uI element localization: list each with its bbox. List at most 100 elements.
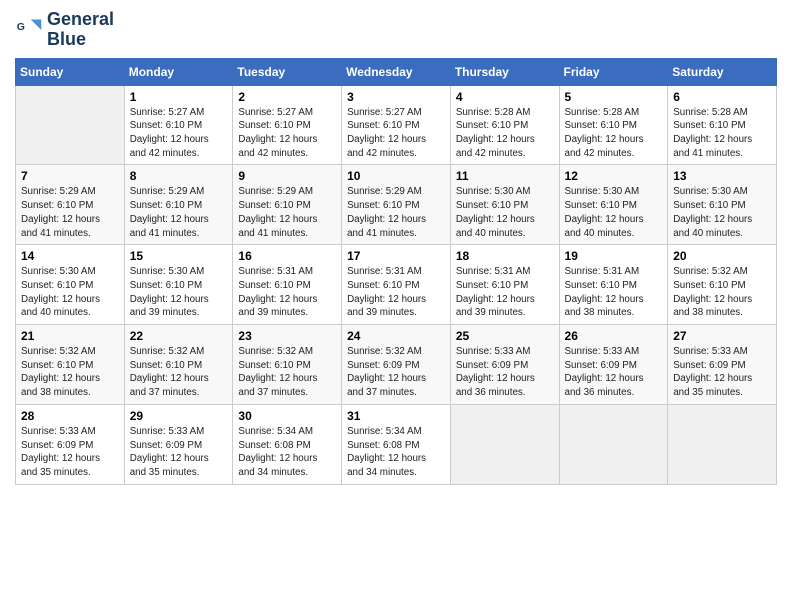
calendar-cell: 16 Sunrise: 5:31 AM Sunset: 6:10 PM Dayli… [233,245,342,325]
calendar-cell: 28 Sunrise: 5:33 AM Sunset: 6:09 PM Dayli… [16,404,125,484]
day-number: 30 [238,409,336,423]
day-info: Sunrise: 5:33 AM Sunset: 6:09 PM Dayligh… [456,345,554,400]
day-info: Sunrise: 5:31 AM Sunset: 6:10 PM Dayligh… [347,265,445,320]
calendar-cell: 29 Sunrise: 5:33 AM Sunset: 6:09 PM Dayli… [124,404,233,484]
day-number: 20 [673,249,771,263]
day-number: 3 [347,90,445,104]
day-number: 26 [565,329,663,343]
calendar-week: 1 Sunrise: 5:27 AM Sunset: 6:10 PM Daylig… [16,85,777,165]
day-number: 14 [21,249,119,263]
day-info: Sunrise: 5:32 AM Sunset: 6:10 PM Dayligh… [238,345,336,400]
calendar-week: 7 Sunrise: 5:29 AM Sunset: 6:10 PM Daylig… [16,165,777,245]
calendar-cell: 24Sunrise: 5:32 AM Sunset: 6:09 PM Dayli… [342,325,451,405]
calendar-cell: 21 Sunrise: 5:32 AM Sunset: 6:10 PM Dayli… [16,325,125,405]
calendar-cell: 6 Sunrise: 5:28 AM Sunset: 6:10 PM Daylig… [668,85,777,165]
day-info: Sunrise: 5:32 AM Sunset: 6:10 PM Dayligh… [21,345,119,400]
svg-text:G: G [17,21,25,33]
day-info: Sunrise: 5:28 AM Sunset: 6:10 PM Dayligh… [565,106,663,161]
day-number: 11 [456,169,554,183]
calendar-cell [450,404,559,484]
calendar-cell: 2 Sunrise: 5:27 AM Sunset: 6:10 PM Daylig… [233,85,342,165]
calendar-cell: 3Sunrise: 5:27 AM Sunset: 6:10 PM Daylig… [342,85,451,165]
day-info: Sunrise: 5:31 AM Sunset: 6:10 PM Dayligh… [565,265,663,320]
day-info: Sunrise: 5:28 AM Sunset: 6:10 PM Dayligh… [456,106,554,161]
calendar-cell [16,85,125,165]
day-number: 4 [456,90,554,104]
calendar-cell: 12 Sunrise: 5:30 AM Sunset: 6:10 PM Dayli… [559,165,668,245]
calendar-cell: 5Sunrise: 5:28 AM Sunset: 6:10 PM Daylig… [559,85,668,165]
calendar-week: 21 Sunrise: 5:32 AM Sunset: 6:10 PM Dayli… [16,325,777,405]
day-info: Sunrise: 5:32 AM Sunset: 6:10 PM Dayligh… [130,345,228,400]
calendar-cell: 11 Sunrise: 5:30 AM Sunset: 6:10 PM Dayli… [450,165,559,245]
day-info: Sunrise: 5:30 AM Sunset: 6:10 PM Dayligh… [673,185,771,240]
weekday-header: Friday [559,58,668,85]
calendar-cell: 4 Sunrise: 5:28 AM Sunset: 6:10 PM Daylig… [450,85,559,165]
day-number: 25 [456,329,554,343]
calendar-cell: 14 Sunrise: 5:30 AM Sunset: 6:10 PM Dayli… [16,245,125,325]
day-info: Sunrise: 5:33 AM Sunset: 6:09 PM Dayligh… [673,345,771,400]
day-info: Sunrise: 5:33 AM Sunset: 6:09 PM Dayligh… [565,345,663,400]
calendar-cell: 23 Sunrise: 5:32 AM Sunset: 6:10 PM Dayli… [233,325,342,405]
weekday-header: Thursday [450,58,559,85]
day-number: 16 [238,249,336,263]
day-info: Sunrise: 5:34 AM Sunset: 6:08 PM Dayligh… [347,425,445,480]
day-number: 10 [347,169,445,183]
calendar-cell: 1 Sunrise: 5:27 AM Sunset: 6:10 PM Daylig… [124,85,233,165]
calendar-cell: 15 Sunrise: 5:30 AM Sunset: 6:10 PM Dayli… [124,245,233,325]
day-info: Sunrise: 5:30 AM Sunset: 6:10 PM Dayligh… [456,185,554,240]
calendar-cell: 31 Sunrise: 5:34 AM Sunset: 6:08 PM Dayli… [342,404,451,484]
weekday-header: Tuesday [233,58,342,85]
weekday-header: Wednesday [342,58,451,85]
calendar-cell [559,404,668,484]
day-number: 1 [130,90,228,104]
calendar-table: SundayMondayTuesdayWednesdayThursdayFrid… [15,58,777,485]
calendar-cell: 30Sunrise: 5:34 AM Sunset: 6:08 PM Dayli… [233,404,342,484]
day-info: Sunrise: 5:30 AM Sunset: 6:10 PM Dayligh… [21,265,119,320]
day-number: 13 [673,169,771,183]
day-number: 27 [673,329,771,343]
day-number: 7 [21,169,119,183]
day-number: 19 [565,249,663,263]
day-info: Sunrise: 5:33 AM Sunset: 6:09 PM Dayligh… [21,425,119,480]
calendar-cell: 19 Sunrise: 5:31 AM Sunset: 6:10 PM Dayli… [559,245,668,325]
day-number: 12 [565,169,663,183]
weekday-header: Saturday [668,58,777,85]
day-info: Sunrise: 5:30 AM Sunset: 6:10 PM Dayligh… [130,265,228,320]
calendar-week: 28 Sunrise: 5:33 AM Sunset: 6:09 PM Dayli… [16,404,777,484]
day-info: Sunrise: 5:32 AM Sunset: 6:10 PM Dayligh… [673,265,771,320]
day-number: 31 [347,409,445,423]
day-number: 24 [347,329,445,343]
day-number: 21 [21,329,119,343]
day-info: Sunrise: 5:28 AM Sunset: 6:10 PM Dayligh… [673,106,771,161]
day-info: Sunrise: 5:29 AM Sunset: 6:10 PM Dayligh… [238,185,336,240]
logo-icon: G [15,16,43,44]
day-number: 15 [130,249,228,263]
day-info: Sunrise: 5:27 AM Sunset: 6:10 PM Dayligh… [238,106,336,161]
calendar-cell: 20 Sunrise: 5:32 AM Sunset: 6:10 PM Dayli… [668,245,777,325]
day-number: 17 [347,249,445,263]
calendar-cell: 22Sunrise: 5:32 AM Sunset: 6:10 PM Dayli… [124,325,233,405]
day-info: Sunrise: 5:33 AM Sunset: 6:09 PM Dayligh… [130,425,228,480]
day-info: Sunrise: 5:29 AM Sunset: 6:10 PM Dayligh… [130,185,228,240]
calendar-cell [668,404,777,484]
day-info: Sunrise: 5:29 AM Sunset: 6:10 PM Dayligh… [21,185,119,240]
day-number: 23 [238,329,336,343]
day-number: 9 [238,169,336,183]
day-info: Sunrise: 5:27 AM Sunset: 6:10 PM Dayligh… [130,106,228,161]
day-number: 2 [238,90,336,104]
calendar-cell: 10 Sunrise: 5:29 AM Sunset: 6:10 PM Dayli… [342,165,451,245]
calendar-week: 14 Sunrise: 5:30 AM Sunset: 6:10 PM Dayli… [16,245,777,325]
day-number: 28 [21,409,119,423]
day-number: 29 [130,409,228,423]
weekday-header: Monday [124,58,233,85]
calendar-cell: 9 Sunrise: 5:29 AM Sunset: 6:10 PM Daylig… [233,165,342,245]
calendar-cell: 13 Sunrise: 5:30 AM Sunset: 6:10 PM Dayli… [668,165,777,245]
calendar-cell: 26 Sunrise: 5:33 AM Sunset: 6:09 PM Dayli… [559,325,668,405]
day-info: Sunrise: 5:30 AM Sunset: 6:10 PM Dayligh… [565,185,663,240]
day-info: Sunrise: 5:29 AM Sunset: 6:10 PM Dayligh… [347,185,445,240]
logo-text: General Blue [47,10,114,50]
day-info: Sunrise: 5:31 AM Sunset: 6:10 PM Dayligh… [238,265,336,320]
calendar-cell: 25 Sunrise: 5:33 AM Sunset: 6:09 PM Dayli… [450,325,559,405]
calendar-cell: 17 Sunrise: 5:31 AM Sunset: 6:10 PM Dayli… [342,245,451,325]
day-number: 6 [673,90,771,104]
